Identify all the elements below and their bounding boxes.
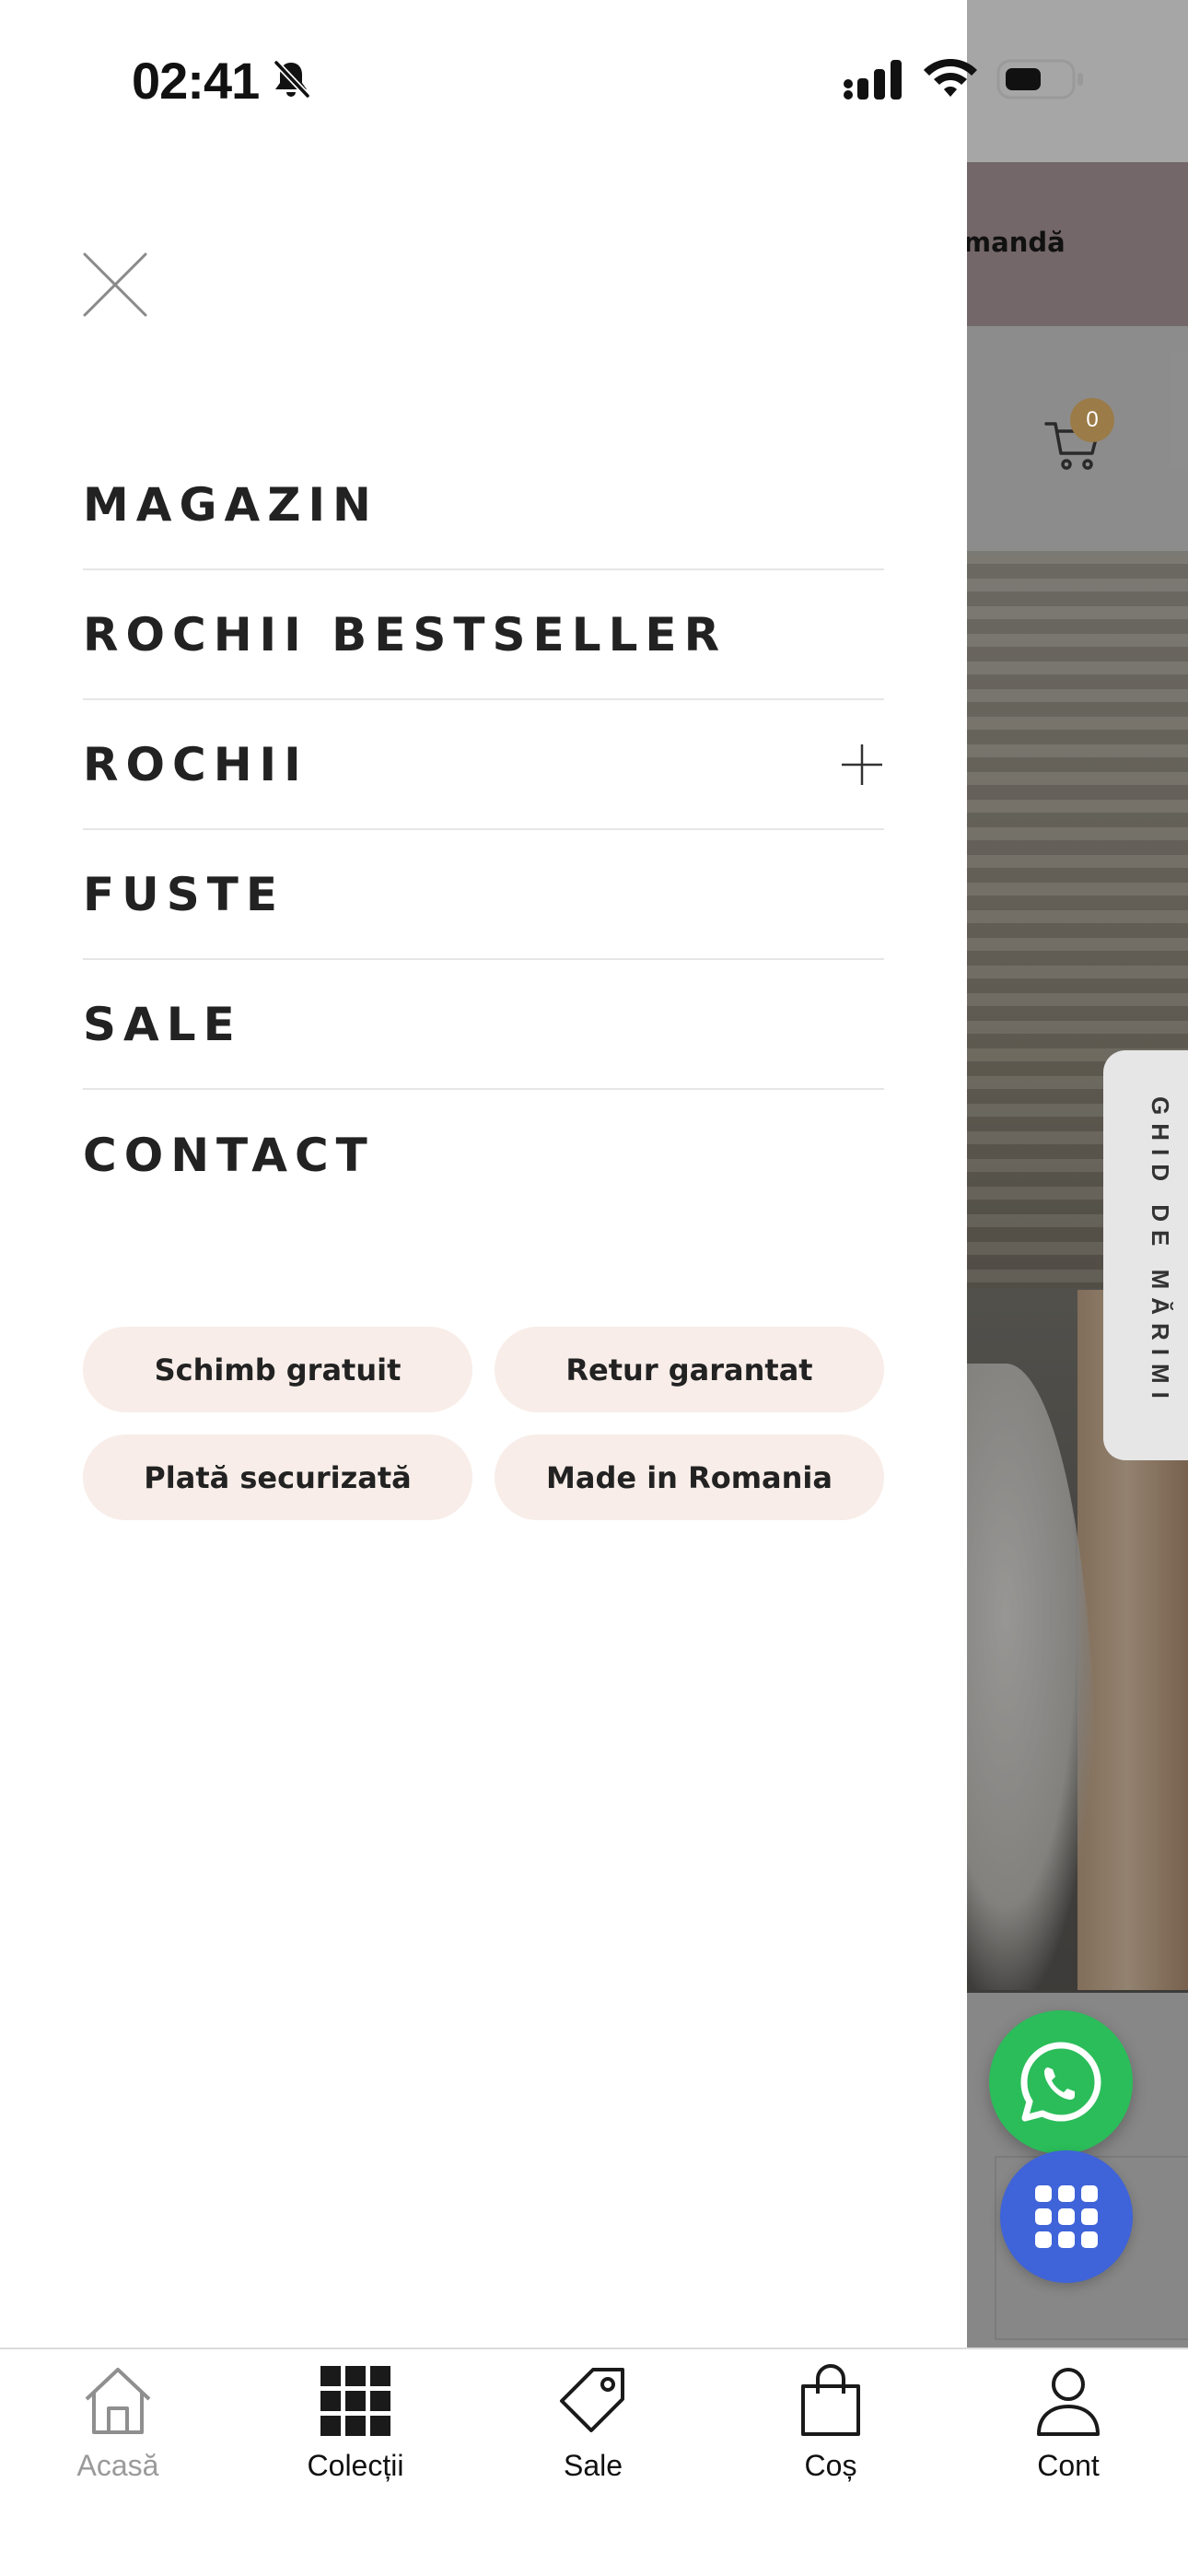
home-icon	[85, 2368, 151, 2434]
cart-count-badge: 0	[1070, 398, 1114, 442]
tab-home[interactable]: Acasă	[26, 2364, 210, 2548]
battery-icon	[996, 59, 1085, 100]
size-guide-label: GHID DE MĂRIMI	[1147, 1096, 1174, 1407]
bag-icon	[801, 2364, 860, 2436]
tab-sale[interactable]: Sale	[501, 2364, 685, 2548]
benefit-badges: Schimb gratuit Retur garantat Plată secu…	[83, 1327, 884, 1520]
tab-label: Acasă	[76, 2449, 159, 2482]
user-icon	[1037, 2368, 1100, 2436]
wifi-icon	[923, 55, 978, 100]
menu-item-label: CONTACT	[83, 1128, 375, 1182]
cellular-signal-icon	[842, 59, 906, 101]
menu-item-fuste[interactable]: FUSTE	[83, 830, 884, 960]
tab-collections[interactable]: Colecții	[263, 2364, 448, 2548]
menu-item-label: ROCHII	[83, 737, 309, 791]
bottom-tab-bar: Acasă Colecții Sale Coș Cont	[0, 2348, 1188, 2576]
menu-item-rochii[interactable]: ROCHII	[83, 700, 884, 830]
whatsapp-icon	[1020, 2042, 1101, 2122]
apps-menu-button[interactable]	[1000, 2150, 1133, 2283]
badge-guaranteed-return: Retur garantat	[495, 1327, 884, 1412]
menu-item-label: MAGAZIN	[83, 477, 379, 532]
apps-grid-icon	[1035, 2185, 1098, 2248]
tag-icon	[560, 2368, 624, 2432]
tab-cart[interactable]: Coș	[739, 2364, 923, 2548]
menu-item-label: ROCHII BESTSELLER	[83, 607, 728, 662]
menu-item-rochii-bestseller[interactable]: ROCHII BESTSELLER	[83, 570, 884, 700]
tab-label: Coș	[804, 2449, 857, 2482]
badge-secure-payment: Plată securizată	[83, 1434, 472, 1520]
menu-item-magazin[interactable]: MAGAZIN	[83, 440, 884, 570]
plus-icon[interactable]	[840, 743, 884, 787]
grid-icon	[320, 2366, 390, 2436]
menu-item-label: SALE	[83, 997, 242, 1051]
tab-account[interactable]: Cont	[976, 2364, 1160, 2548]
tab-label: Colecții	[307, 2449, 404, 2482]
close-icon	[83, 252, 147, 317]
close-menu-button[interactable]	[81, 251, 149, 319]
menu-item-label: FUSTE	[83, 867, 285, 921]
side-menu-panel: 02:41 MAGAZIN ROCHII BESTSELLER ROCHII F…	[0, 0, 1083, 2348]
badge-made-in-romania: Made in Romania	[495, 1434, 884, 1520]
whatsapp-button[interactable]	[989, 2010, 1133, 2154]
menu-list: MAGAZIN ROCHII BESTSELLER ROCHII FUSTE S…	[83, 440, 884, 1220]
menu-item-sale[interactable]: SALE	[83, 960, 884, 1090]
status-time: 02:41	[132, 52, 260, 110]
bell-muted-icon	[269, 57, 313, 101]
tab-label: Sale	[563, 2449, 623, 2482]
tab-label: Cont	[1037, 2449, 1100, 2482]
menu-item-contact[interactable]: CONTACT	[83, 1090, 884, 1220]
badge-free-exchange: Schimb gratuit	[83, 1327, 472, 1412]
